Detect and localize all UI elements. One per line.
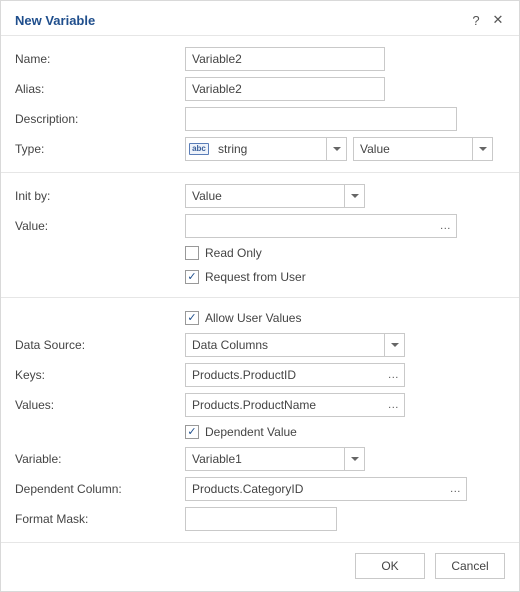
type-second-dropdown-button[interactable]: [472, 138, 492, 160]
titlebar: New Variable ? ✕: [1, 1, 519, 35]
type-value: string: [212, 138, 326, 160]
type-string-icon: abc: [186, 138, 212, 160]
name-label: Name:: [15, 52, 185, 66]
values-label: Values:: [15, 398, 185, 412]
footer: OK Cancel: [1, 543, 519, 591]
section-basic: Name: Alias: Description: Type: abc: [1, 36, 519, 172]
dialog-title: New Variable: [15, 13, 463, 28]
readonly-checkbox[interactable]: [185, 246, 199, 260]
description-label: Description:: [15, 112, 185, 126]
chevron-down-icon: [479, 147, 487, 151]
section-data: Allow User Values Data Source: Data Colu…: [1, 298, 519, 542]
datasource-dropdown-button[interactable]: [384, 334, 404, 356]
request-from-user-label: Request from User: [205, 270, 306, 284]
alias-input[interactable]: [185, 77, 385, 101]
initby-combo[interactable]: Value: [185, 184, 365, 208]
keys-input[interactable]: [185, 363, 383, 387]
value-browse-button[interactable]: ...: [435, 214, 457, 238]
close-icon[interactable]: ✕: [489, 11, 507, 29]
datasource-label: Data Source:: [15, 338, 185, 352]
name-input[interactable]: [185, 47, 385, 71]
alias-label: Alias:: [15, 82, 185, 96]
datasource-value: Data Columns: [186, 334, 384, 356]
variable-label: Variable:: [15, 452, 185, 466]
values-input[interactable]: [185, 393, 383, 417]
type-second-value: Value: [354, 138, 472, 160]
datasource-combo[interactable]: Data Columns: [185, 333, 405, 357]
keys-browse-button[interactable]: ...: [383, 363, 405, 387]
chevron-down-icon: [333, 147, 341, 151]
initby-dropdown-button[interactable]: [344, 185, 364, 207]
help-icon[interactable]: ?: [467, 11, 485, 29]
formatmask-label: Format Mask:: [15, 512, 185, 526]
type-label: Type:: [15, 142, 185, 156]
initby-value: Value: [186, 185, 344, 207]
values-browse-button[interactable]: ...: [383, 393, 405, 417]
value-input[interactable]: [185, 214, 435, 238]
variable-value: Variable1: [186, 448, 344, 470]
dependent-column-input[interactable]: [185, 477, 445, 501]
cancel-button[interactable]: Cancel: [435, 553, 505, 579]
variable-combo[interactable]: Variable1: [185, 447, 365, 471]
dependent-value-label: Dependent Value: [205, 425, 297, 439]
chevron-down-icon: [351, 194, 359, 198]
request-from-user-checkbox[interactable]: [185, 270, 199, 284]
type-dropdown-button[interactable]: [326, 138, 346, 160]
chevron-down-icon: [391, 343, 399, 347]
variable-dropdown-button[interactable]: [344, 448, 364, 470]
description-input[interactable]: [185, 107, 457, 131]
formatmask-input[interactable]: [185, 507, 337, 531]
ok-button[interactable]: OK: [355, 553, 425, 579]
section-init: Init by: Value Value: ... Read Only: [1, 173, 519, 297]
keys-label: Keys:: [15, 368, 185, 382]
chevron-down-icon: [351, 457, 359, 461]
readonly-label: Read Only: [205, 246, 262, 260]
type-second-combo[interactable]: Value: [353, 137, 493, 161]
allow-user-values-label: Allow User Values: [205, 311, 301, 325]
dependent-column-label: Dependent Column:: [15, 482, 185, 496]
value-label: Value:: [15, 219, 185, 233]
initby-label: Init by:: [15, 189, 185, 203]
allow-user-values-checkbox[interactable]: [185, 311, 199, 325]
new-variable-dialog: New Variable ? ✕ Name: Alias: Descriptio…: [0, 0, 520, 592]
dependent-value-checkbox[interactable]: [185, 425, 199, 439]
dependent-column-browse-button[interactable]: ...: [445, 477, 467, 501]
type-combo[interactable]: abc string: [185, 137, 347, 161]
